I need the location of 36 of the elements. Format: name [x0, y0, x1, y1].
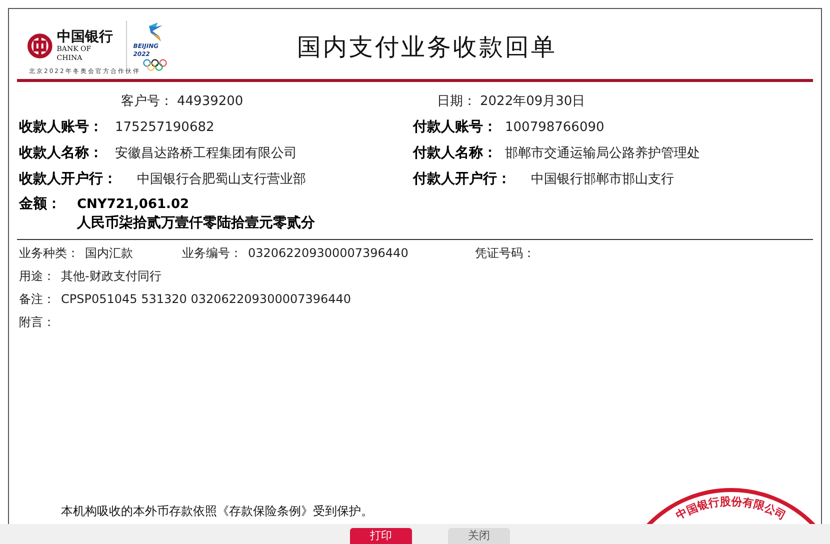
field-value: 安徽昌达路桥工程集团有限公司 — [115, 145, 297, 163]
field-label: 业务编号： — [182, 244, 242, 262]
amount-in-words: 人民币柒拾贰万壹仟零陆拾壹元零贰分 — [77, 214, 315, 233]
field-label: 用途： — [19, 268, 55, 284]
field-label: 付款人账号： — [413, 118, 497, 137]
print-button[interactable]: 打印 — [350, 528, 412, 544]
field-label: 收款人名称： — [19, 144, 103, 163]
field-label: 凭证号码： — [475, 244, 535, 262]
field-label: 日期： — [437, 93, 476, 111]
field-label: 付款人开户行： — [413, 170, 511, 189]
deposit-insurance-notice: 本机构吸收的本外币存款依照《存款保险条例》受到保护。 — [61, 504, 373, 518]
rings-icon — [142, 58, 168, 70]
field-label: 附言： — [19, 314, 55, 330]
field-value: 2022年09月30日 — [480, 93, 586, 111]
field-value: 邯郸市交通运输局公路养护管理处 — [505, 145, 700, 163]
field-label: 收款人账号： — [19, 118, 103, 137]
bank-name: 中国银行 — [56, 28, 114, 44]
field-label: 付款人名称： — [413, 144, 497, 163]
field-label: 客户号： — [121, 93, 173, 111]
close-button[interactable]: 关闭 — [448, 528, 510, 544]
bank-emblem-icon — [27, 32, 53, 58]
field-value: 中国银行邯郸市邯山支行 — [531, 171, 674, 189]
amount-figures: CNY721,061.02 — [77, 196, 190, 213]
field-label: 金额： — [19, 194, 61, 214]
field-label: 备注： — [19, 290, 55, 308]
field-value: CPSP051045 531320 032062209300007396440 — [61, 290, 352, 308]
field-value: 中国银行合肥蜀山支行营业部 — [137, 171, 306, 189]
field-label: 业务种类： — [19, 244, 79, 262]
field-value: 其他-财政支付同行 — [61, 268, 162, 284]
field-value: 44939200 — [177, 93, 244, 111]
field-label: 收款人开户行： — [19, 170, 117, 189]
field-value: 032062209300007396440 — [248, 244, 408, 262]
field-value: 175257190682 — [115, 119, 214, 137]
field-value: 国内汇款 — [85, 244, 133, 262]
field-value: 100798766090 — [505, 119, 604, 137]
receipt-title: 国内支付业务收款回单 — [297, 32, 557, 63]
